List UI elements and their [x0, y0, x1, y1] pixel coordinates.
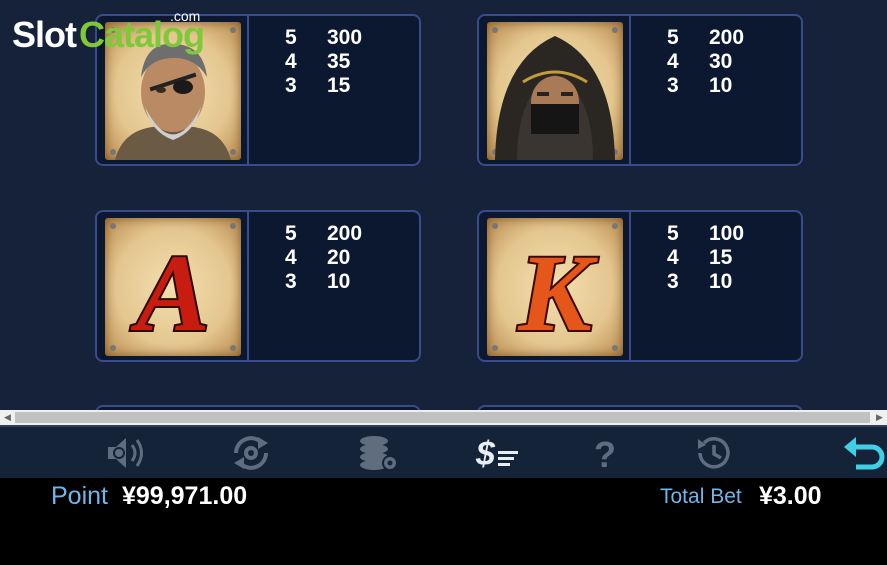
scroll-left-icon[interactable]: ◀ [0, 410, 15, 425]
pay-amount: 15 [327, 74, 351, 97]
pay-values: 5 100 4 15 3 10 [667, 222, 744, 294]
pay-count: 3 [667, 74, 679, 97]
pay-amount: 10 [327, 270, 351, 293]
svg-text:$: $ [475, 435, 496, 473]
pay-count: 5 [285, 222, 297, 245]
autoplay-settings-icon[interactable] [228, 433, 274, 473]
symbol-box: A [97, 212, 249, 360]
paytable-card: A 5 200 4 20 3 10 [95, 210, 421, 362]
total-bet-label: Total Bet [660, 485, 742, 508]
pay-amount: 10 [709, 270, 733, 293]
help-icon[interactable]: ? [582, 433, 628, 473]
point-label: Point [51, 482, 108, 510]
letter-k-icon: K [487, 218, 623, 356]
pay-values: 5 300 4 35 3 15 [285, 26, 362, 98]
pay-amount: 300 [327, 26, 363, 49]
svg-text:?: ? [594, 434, 616, 473]
pay-amount: 35 [327, 50, 351, 73]
pay-count: 5 [285, 26, 297, 49]
pay-count: 4 [285, 50, 297, 73]
pay-amount: 200 [709, 26, 745, 49]
pay-count: 4 [667, 246, 679, 269]
pay-amount: 200 [327, 222, 363, 245]
pay-count: 3 [285, 74, 297, 97]
scrollbar-thumb[interactable] [15, 412, 870, 423]
svg-text:A: A [130, 232, 209, 354]
pay-amount: 30 [709, 50, 733, 73]
paytable-card: K 5 100 4 15 3 10 [477, 210, 803, 362]
status-footer: Point ¥99,971.00 Total Bet ¥3.00 [0, 478, 887, 565]
paytable-icon[interactable]: $ [474, 433, 520, 473]
pay-amount: 15 [709, 246, 733, 269]
pay-amount: 100 [709, 222, 745, 245]
pay-values: 5 200 4 30 3 10 [667, 26, 744, 98]
pay-count: 3 [667, 270, 679, 293]
paytable-panel[interactable]: 5 300 4 35 3 15 5 200 4 30 3 10 A 5 200 … [0, 0, 887, 410]
pay-amount: 20 [327, 246, 351, 269]
symbol-box [479, 16, 631, 164]
sound-settings-icon[interactable] [104, 433, 150, 473]
bottom-toolbar: $ ? [0, 425, 887, 478]
bet-settings-icon[interactable] [354, 433, 400, 473]
slotcatalog-logo: Slot Catalog .com [12, 8, 205, 55]
point-value: ¥99,971.00 [122, 482, 248, 510]
pay-count: 3 [285, 270, 297, 293]
pay-amount: 10 [709, 74, 733, 97]
paytable-card: 5 200 4 30 3 10 [477, 14, 803, 166]
back-icon[interactable] [840, 433, 886, 473]
symbol-box: K [479, 212, 631, 360]
total-bet-value: ¥3.00 [759, 482, 822, 510]
horizontal-scrollbar[interactable]: ◀ ▶ [0, 410, 887, 425]
pay-count: 4 [667, 50, 679, 73]
pay-count: 5 [667, 222, 679, 245]
pay-values: 5 200 4 20 3 10 [285, 222, 362, 294]
svg-text:K: K [517, 232, 598, 354]
hooded-assassin-icon [487, 22, 623, 160]
scroll-right-icon[interactable]: ▶ [872, 410, 887, 425]
history-icon[interactable] [690, 433, 736, 473]
letter-a-icon: A [105, 218, 241, 356]
pay-count: 5 [667, 26, 679, 49]
pay-count: 4 [285, 246, 297, 269]
